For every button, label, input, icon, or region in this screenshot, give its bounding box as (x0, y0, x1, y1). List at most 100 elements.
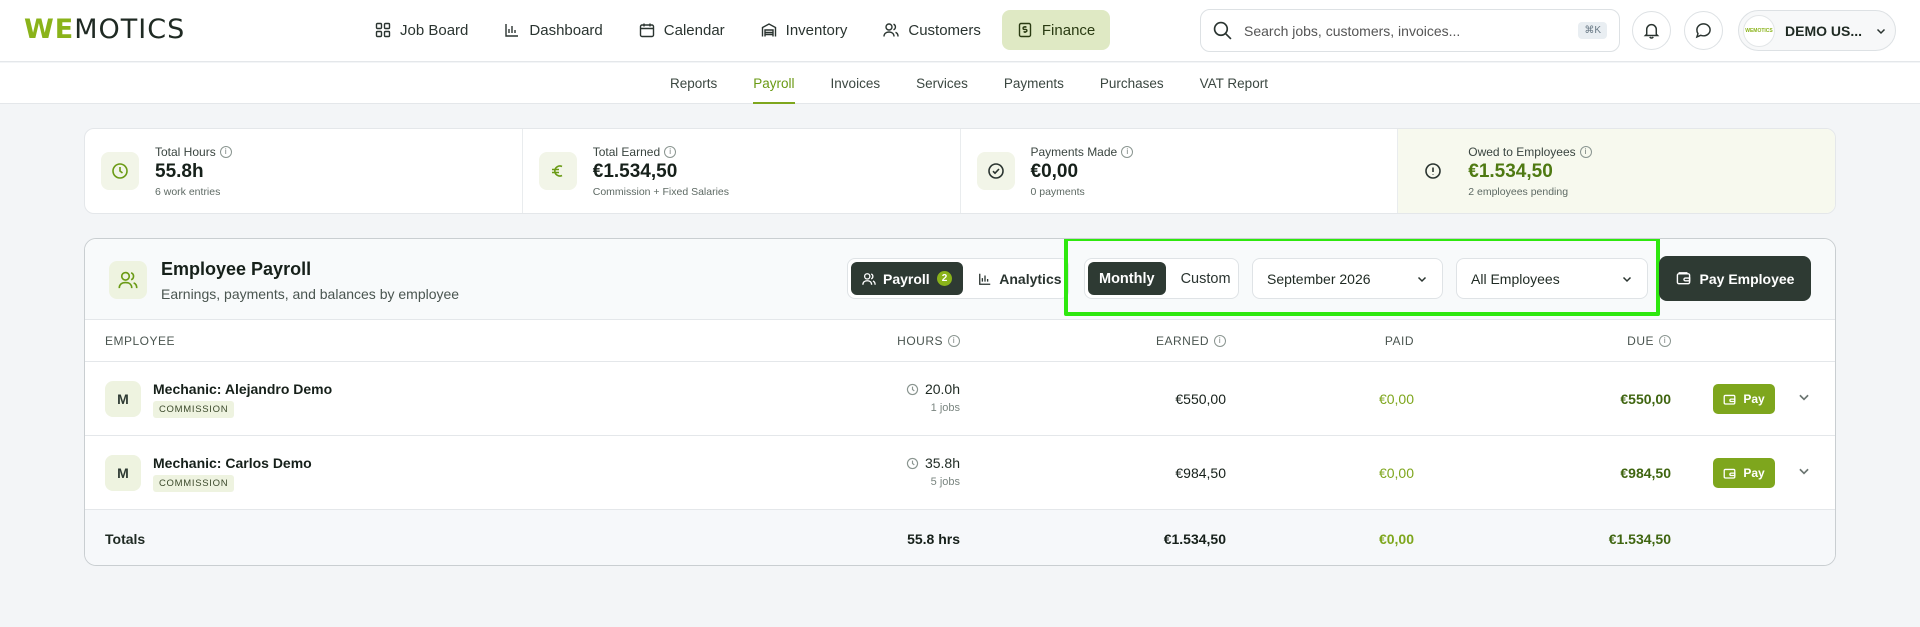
col-hours-label: HOURS (897, 334, 943, 348)
totals-paid: €0,00 (1378, 531, 1414, 547)
info-icon[interactable]: i (948, 335, 960, 347)
avatar: M (105, 381, 141, 417)
stat-label: Owed to Employees (1468, 144, 1576, 159)
users-icon (862, 272, 876, 285)
nav-customers[interactable]: Customers (868, 10, 996, 50)
wallet-icon (1676, 272, 1690, 285)
pay-employee-label: Pay Employee (1699, 270, 1795, 287)
earned-value: €550,00 (1175, 391, 1226, 407)
tab-invoices[interactable]: Invoices (831, 63, 881, 104)
analytics-view-label: Analytics (999, 270, 1062, 287)
nav-label: Customers (908, 21, 981, 39)
notifications-button[interactable] (1632, 11, 1671, 50)
totals-row: Totals 55.8 hrs €1.534,50 €0,00 €1.534,5… (85, 510, 1835, 565)
hours-cell: 35.8h (906, 455, 960, 471)
receipt-icon (1018, 22, 1032, 38)
nav-label: Job Board (400, 21, 469, 39)
chevron-down-icon[interactable] (1797, 390, 1811, 404)
payroll-card: Employee Payroll Earnings, payments, and… (84, 238, 1836, 566)
clock-icon (112, 163, 128, 179)
totals-label: Totals (105, 531, 146, 547)
user-menu[interactable]: WEMOTICS DEMO US... (1738, 10, 1896, 51)
tab-purchases[interactable]: Purchases (1100, 63, 1164, 104)
info-icon[interactable]: i (219, 145, 232, 158)
stat-label: Payments Made (1030, 144, 1118, 159)
employee-filter-value: All Employees (1471, 270, 1560, 287)
payroll-view-label: Payroll (883, 270, 930, 287)
nav-inventory[interactable]: Inventory (746, 10, 863, 50)
chevron-down-icon (1417, 276, 1427, 282)
info-icon[interactable]: i (1121, 145, 1134, 158)
stat-label: Total Hours (155, 144, 216, 159)
employee-filter-select[interactable]: All Employees (1456, 258, 1648, 299)
paid-value: €0,00 (1378, 391, 1414, 407)
stats-bar: Total Hours i 55.8h 6 work entries Total … (84, 128, 1836, 214)
col-due-label: DUE (1627, 334, 1654, 348)
search-input[interactable] (1244, 22, 1567, 39)
nav-calendar[interactable]: Calendar (624, 10, 740, 50)
wallet-icon (1723, 468, 1736, 479)
tab-payroll[interactable]: Payroll (753, 63, 795, 104)
month-value: September 2026 (1267, 270, 1371, 287)
info-icon[interactable]: i (1659, 335, 1671, 347)
hours-value: 20.0h (924, 381, 960, 397)
chevron-down-icon (1622, 276, 1632, 282)
tab-vat-report[interactable]: VAT Report (1200, 63, 1268, 104)
calendar-icon (639, 23, 654, 38)
pay-button[interactable]: Pay (1713, 384, 1775, 414)
nav-label: Calendar (663, 21, 725, 39)
chevron-down-icon (1876, 28, 1886, 34)
nav-label: Inventory (785, 21, 848, 39)
chat-bubble-icon (1695, 23, 1711, 39)
logo[interactable]: WEMOTICS (24, 14, 185, 45)
stat-sub: 0 payments (1030, 185, 1085, 198)
col-earned[interactable]: EARNED i (1156, 334, 1226, 348)
tab-reports[interactable]: Reports (670, 63, 717, 104)
logo-rest: MOTICS (74, 14, 186, 45)
view-toggle: Payroll 2 Analytics (847, 258, 1069, 299)
col-hours[interactable]: HOURS i (897, 334, 960, 348)
stat-label: Total Earned (592, 144, 661, 159)
logo-we: WE (24, 14, 75, 45)
info-icon[interactable]: i (1214, 335, 1226, 347)
grid-icon (375, 22, 391, 38)
totals-hours: 55.8 hrs (907, 531, 960, 547)
pay-type-badge: COMMISSION (153, 401, 235, 418)
finance-subnav: Reports Payroll Invoices Services Paymen… (0, 63, 1920, 104)
count-badge: 2 (936, 271, 953, 286)
payroll-view-tab[interactable]: Payroll 2 (851, 262, 964, 295)
nav-dashboard[interactable]: Dashboard (489, 10, 617, 50)
stat-value: €1.534,50 (1468, 160, 1553, 182)
tab-payments[interactable]: Payments (1004, 63, 1064, 104)
info-icon[interactable]: i (1579, 145, 1592, 158)
totals-earned: €1.534,50 (1163, 531, 1226, 547)
monthly-option[interactable]: Monthly (1088, 262, 1166, 295)
info-icon[interactable]: i (664, 145, 677, 158)
pay-button[interactable]: Pay (1713, 458, 1775, 488)
page-subtitle: Earnings, payments, and balances by empl… (161, 286, 460, 302)
col-employee[interactable]: EMPLOYEE (105, 334, 175, 348)
col-paid[interactable]: PAID (1385, 334, 1414, 348)
avatar: M (105, 455, 141, 491)
chevron-down-icon[interactable] (1797, 464, 1811, 478)
stat-value: 55.8h (155, 160, 204, 182)
stat-sub: 2 employees pending (1468, 185, 1569, 198)
payroll-header: Employee Payroll Earnings, payments, and… (85, 239, 1835, 320)
nav-job-board[interactable]: Job Board (360, 10, 483, 50)
pay-type-badge: COMMISSION (153, 475, 235, 492)
search-box[interactable]: ⌘K (1200, 9, 1620, 52)
nav-finance[interactable]: Finance (1001, 10, 1111, 50)
pay-employee-button[interactable]: Pay Employee (1659, 256, 1811, 301)
messages-button[interactable] (1684, 11, 1723, 50)
custom-option[interactable]: Custom (1170, 262, 1242, 295)
col-due[interactable]: DUE i (1627, 334, 1671, 348)
analytics-view-tab[interactable]: Analytics (967, 262, 1072, 295)
month-select[interactable]: September 2026 (1252, 258, 1443, 299)
tab-services[interactable]: Services (916, 63, 968, 104)
table-row[interactable]: M Mechanic: Carlos Demo COMMISSION 35.8h… (85, 436, 1835, 510)
users-icon (118, 271, 138, 289)
nav-label: Finance (1041, 21, 1096, 39)
employee-name: Mechanic: Alejandro Demo (153, 381, 333, 397)
table-row[interactable]: M Mechanic: Alejandro Demo COMMISSION 20… (85, 362, 1835, 436)
search-icon (1213, 21, 1232, 40)
